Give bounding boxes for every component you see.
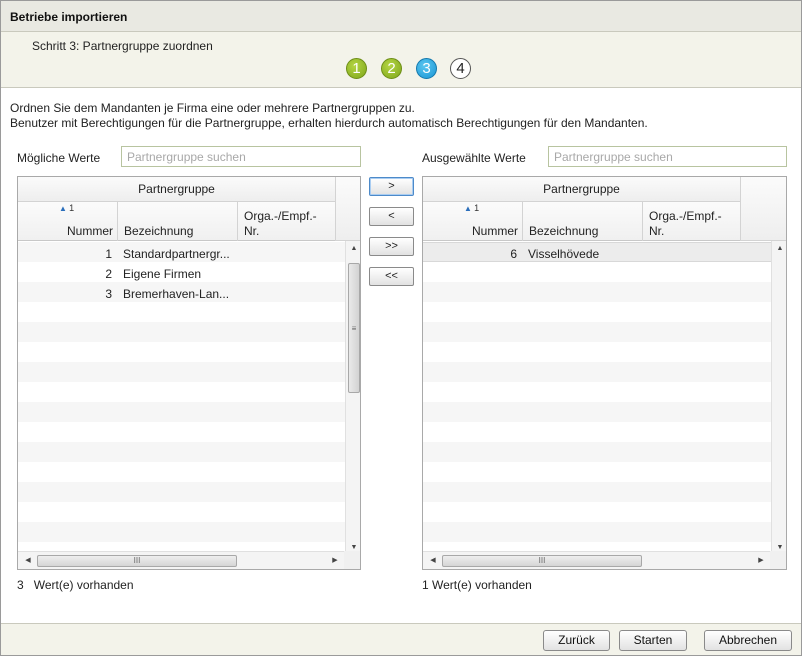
- scroll-down-arrow-icon[interactable]: ▼: [772, 544, 786, 551]
- scrollbar-thumb[interactable]: III: [37, 555, 237, 567]
- group-header-partnergruppe: Partnergruppe: [423, 177, 741, 202]
- row-stripe: [18, 522, 345, 542]
- step-label: Schritt 3: Partnergruppe zuordnen: [32, 39, 213, 53]
- scrollbar-thumb[interactable]: ≡: [348, 263, 360, 393]
- row-stripe: [423, 362, 771, 382]
- remove-selected-button[interactable]: <: [369, 207, 414, 226]
- selected-values-grid: Partnergruppe ▲ 1 Nummer Bezeichnung Org…: [422, 176, 787, 570]
- scroll-right-arrow-icon[interactable]: ▶: [753, 556, 769, 564]
- column-headers: ▲ 1 Nummer Bezeichnung Orga.-/Empf.- Nr.: [423, 202, 741, 241]
- selected-search-input[interactable]: [548, 146, 787, 167]
- step-3-indicator: 3: [416, 58, 437, 79]
- table-row[interactable]: 2 Eigene Firmen: [18, 264, 345, 284]
- available-count: 3 Wert(e) vorhanden: [17, 578, 134, 592]
- column-header-orga-empf-nr[interactable]: Orga.-/Empf.- Nr.: [238, 202, 336, 241]
- add-selected-button[interactable]: >: [369, 177, 414, 196]
- step-2-indicator: 2: [381, 58, 402, 79]
- instructions: Ordnen Sie dem Mandanten je Firma eine o…: [10, 101, 648, 131]
- scroll-left-arrow-icon[interactable]: ◀: [425, 556, 441, 564]
- row-stripe: [423, 402, 771, 422]
- header-filler: [741, 177, 786, 241]
- add-all-button[interactable]: >>: [369, 237, 414, 256]
- scroll-left-arrow-icon[interactable]: ◀: [20, 556, 36, 564]
- dialog-footer: Zurück Starten Abbrechen: [1, 623, 801, 655]
- available-count-text: Wert(e) vorhanden: [33, 578, 134, 592]
- back-button[interactable]: Zurück: [543, 630, 610, 651]
- available-values-label: Mögliche Werte: [17, 151, 101, 165]
- row-stripe: [18, 442, 345, 462]
- dialog-title: Betriebe importieren: [10, 10, 128, 24]
- horizontal-scrollbar[interactable]: ◀ III ▶: [18, 551, 345, 569]
- scroll-corner: [770, 551, 786, 569]
- column-header-bezeichnung[interactable]: Bezeichnung: [118, 202, 238, 241]
- row-stripe: [18, 362, 345, 382]
- cell-bezeichnung: Eigene Firmen: [123, 267, 202, 281]
- cell-nummer: 3: [105, 287, 112, 301]
- table-row[interactable]: 3 Bremerhaven-Lan...: [18, 284, 345, 304]
- table-row[interactable]: 6 Visselhövede: [423, 244, 771, 264]
- available-values-grid: Partnergruppe ▲ 1 Nummer Bezeichnung Org…: [17, 176, 361, 570]
- row-stripe: [18, 482, 345, 502]
- step-1-indicator: 1: [346, 58, 367, 79]
- row-stripe: [423, 442, 771, 462]
- row-stripe: [18, 402, 345, 422]
- cell-nummer: 6: [510, 247, 517, 261]
- instructions-line-1: Ordnen Sie dem Mandanten je Firma eine o…: [10, 101, 415, 115]
- remove-all-button[interactable]: <<: [369, 267, 414, 286]
- cell-nummer: 2: [105, 267, 112, 281]
- import-dialog: Betriebe importieren Schritt 3: Partnerg…: [0, 0, 802, 656]
- instructions-line-2: Benutzer mit Berechtigungen für die Part…: [10, 116, 648, 130]
- vertical-scrollbar[interactable]: ▲ ▼: [771, 241, 786, 553]
- scroll-up-arrow-icon[interactable]: ▲: [772, 245, 786, 252]
- cell-bezeichnung: Standardpartnergr...: [123, 247, 230, 261]
- dialog-titlebar: Betriebe importieren: [1, 1, 801, 32]
- start-button[interactable]: Starten: [619, 630, 687, 651]
- scroll-right-arrow-icon[interactable]: ▶: [327, 556, 343, 564]
- cell-bezeichnung: Visselhövede: [528, 247, 600, 261]
- scroll-corner: [344, 551, 360, 569]
- selected-values-label: Ausgewählte Werte: [422, 151, 526, 165]
- scrollbar-thumb[interactable]: III: [442, 555, 642, 567]
- scroll-down-arrow-icon[interactable]: ▼: [346, 544, 360, 551]
- vertical-scrollbar[interactable]: ▲ ≡ ▼: [345, 241, 360, 553]
- horizontal-scrollbar[interactable]: ◀ III ▶: [423, 551, 771, 569]
- header-filler: [336, 177, 360, 241]
- available-search-input[interactable]: [121, 146, 361, 167]
- column-header-bezeichnung[interactable]: Bezeichnung: [523, 202, 643, 241]
- row-stripe: [423, 322, 771, 342]
- table-row[interactable]: 1 Standardpartnergr...: [18, 244, 345, 264]
- cancel-button[interactable]: Abbrechen: [704, 630, 792, 651]
- cell-nummer: 1: [105, 247, 112, 261]
- column-headers: ▲ 1 Nummer Bezeichnung Orga.-/Empf.- Nr.: [18, 202, 336, 241]
- row-stripe: [423, 482, 771, 502]
- wizard-stepbar: Schritt 3: Partnergruppe zuordnen 1 2 3 …: [1, 32, 801, 88]
- scroll-up-arrow-icon[interactable]: ▲: [346, 245, 360, 252]
- row-stripe: [423, 522, 771, 542]
- column-header-nummer[interactable]: ▲ 1 Nummer: [423, 202, 523, 241]
- column-header-orga-empf-nr[interactable]: Orga.-/Empf.- Nr.: [643, 202, 741, 241]
- column-header-nummer[interactable]: ▲ 1 Nummer: [18, 202, 118, 241]
- row-stripe: [423, 282, 771, 302]
- step-4-indicator: 4: [450, 58, 471, 79]
- available-count-number: 3: [17, 578, 24, 592]
- cell-bezeichnung: Bremerhaven-Lan...: [123, 287, 230, 301]
- selected-count: 1 Wert(e) vorhanden: [422, 578, 532, 592]
- row-stripe: [18, 322, 345, 342]
- group-header-partnergruppe: Partnergruppe: [18, 177, 336, 202]
